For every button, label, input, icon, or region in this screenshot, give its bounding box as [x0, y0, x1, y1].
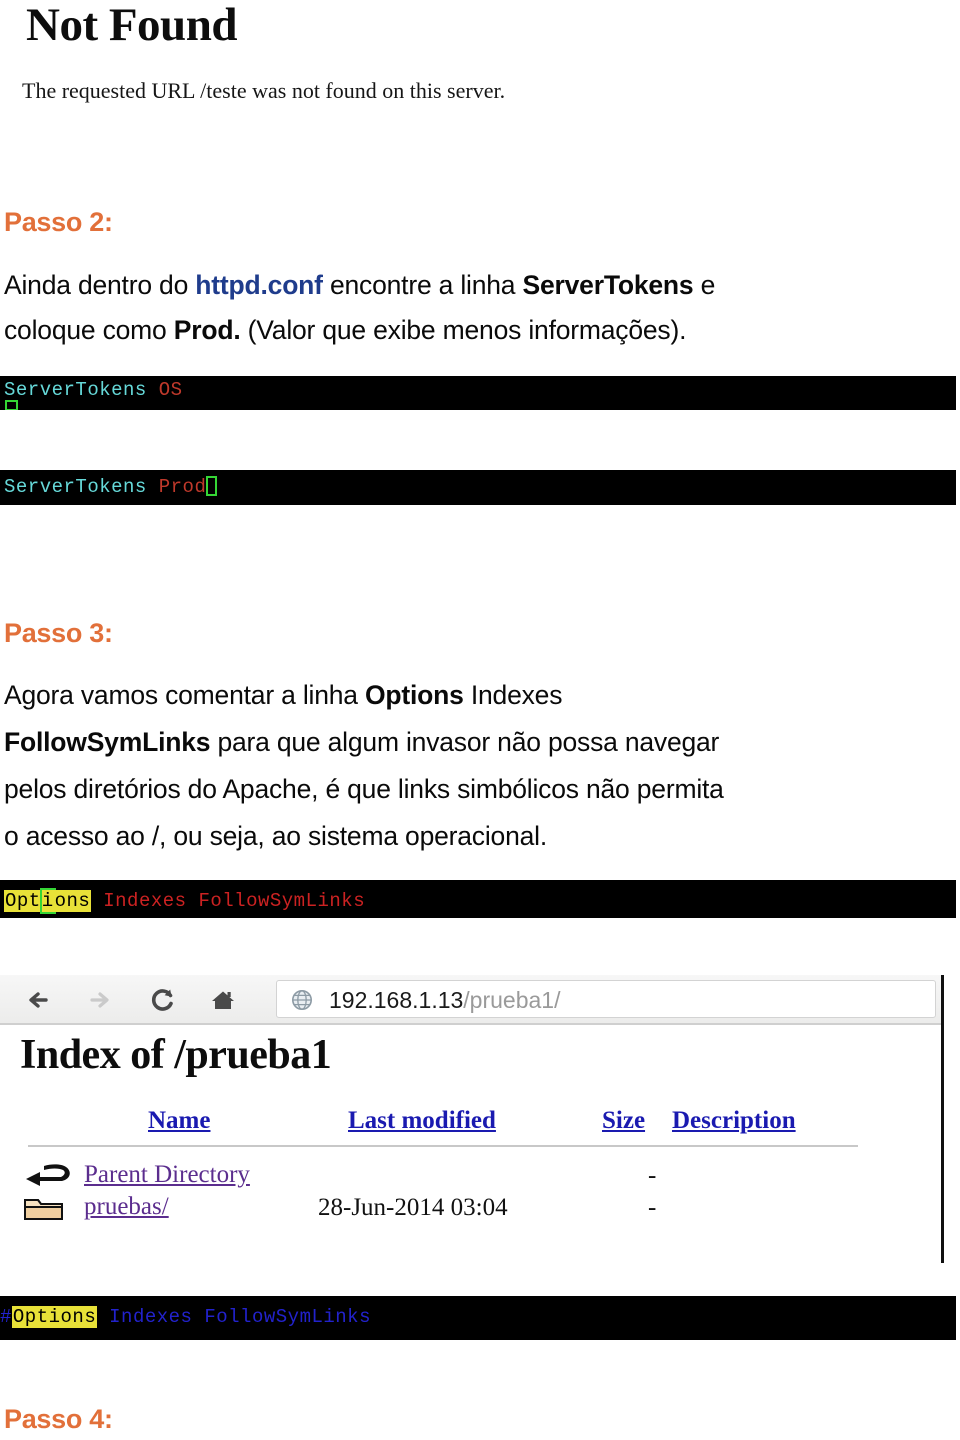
table-row: pruebas/ 28-Jun-2014 03:04 - [0, 1193, 900, 1225]
terminal-options-active: Options Indexes FollowSymLinks [0, 880, 956, 918]
column-header-last-modified[interactable]: Last modified [348, 1107, 496, 1135]
row-size: - [648, 1162, 657, 1189]
terminal-line: #Options Indexes FollowSymLinks [0, 1306, 371, 1328]
folder-icon [22, 1196, 72, 1222]
block-cursor [206, 476, 218, 496]
column-header-name[interactable]: Name [148, 1107, 210, 1135]
options-emphasis: Options [364, 680, 464, 710]
value-text: OS [158, 379, 183, 401]
url-text: 192.168.1.13/prueba1/ [329, 987, 561, 1014]
row-size: - [648, 1194, 657, 1221]
browser-toolbar: 192.168.1.13/prueba1/ [0, 975, 941, 1025]
terminal-line: ServerTokens OS [4, 379, 183, 401]
url-host: 192.168.1.13 [329, 987, 464, 1013]
column-header-size[interactable]: Size [602, 1107, 645, 1135]
directory-index-title: Index of /prueba1 [20, 1032, 332, 1078]
text-fragment: encontre a linha [322, 270, 523, 300]
terminal-servertokens-prod: ServerTokens Prod [0, 470, 956, 505]
prod-emphasis: Prod. [173, 315, 241, 345]
step-2-paragraph-line-1: Ainda dentro do httpd.conf encontre a li… [4, 270, 715, 301]
parent-directory-icon [22, 1163, 72, 1189]
step-4-heading: Passo 4: [4, 1404, 113, 1434]
step-3-heading: Passo 3: [4, 618, 113, 648]
step-2-heading: Passo 2: [4, 207, 113, 237]
directive-text: ServerTokens [4, 379, 147, 401]
httpd-conf-emphasis: httpd.conf [195, 270, 323, 300]
reload-icon[interactable] [148, 985, 178, 1015]
step-3-paragraph-line-4: o acesso ao /, ou seja, ao sistema opera… [4, 821, 548, 851]
step-2-paragraph-line-2: coloque como Prod. (Valor que exibe meno… [4, 315, 686, 346]
options-highlight-post: ons [53, 890, 92, 912]
globe-icon [291, 989, 313, 1016]
back-arrow-icon[interactable] [24, 985, 54, 1015]
step-3-paragraph-line-2: FollowSymLinks para que algum invasor nã… [4, 727, 719, 758]
options-args-text: Indexes FollowSymLinks [103, 890, 366, 912]
followsymlinks-emphasis: FollowSymLinks [4, 727, 211, 757]
directory-link[interactable]: pruebas/ [84, 1193, 169, 1221]
home-icon[interactable] [208, 985, 238, 1015]
text-fragment: para que algum invasor não possa navegar [210, 727, 720, 757]
column-header-description[interactable]: Description [672, 1107, 796, 1135]
options-args-text: Indexes FollowSymLinks [109, 1306, 371, 1328]
comment-char-text: # [0, 1306, 12, 1328]
text-fragment: Ainda dentro do [4, 270, 196, 300]
options-highlight: Options [11, 1306, 98, 1328]
not-found-title: Not Found [26, 0, 237, 51]
terminal-options-commented: #Options Indexes FollowSymLinks [0, 1296, 956, 1340]
parent-directory-link[interactable]: Parent Directory [84, 1161, 250, 1189]
forward-arrow-icon[interactable] [84, 985, 114, 1015]
url-path: /prueba1/ [463, 987, 561, 1013]
value-text: Prod [158, 476, 207, 498]
terminal-line: ServerTokens Prod [4, 476, 218, 498]
header-divider [28, 1145, 858, 1147]
block-cursor [5, 400, 18, 410]
url-bar[interactable]: 192.168.1.13/prueba1/ [276, 980, 936, 1018]
text-fragment: (Valor que exibe menos informações). [240, 315, 687, 345]
text-fragment: Indexes [463, 680, 563, 710]
servertokens-emphasis: ServerTokens [522, 270, 694, 300]
apache-not-found-screenshot: Not Found The requested URL /teste was n… [0, 0, 960, 112]
text-fragment: Agora vamos comentar a linha [4, 680, 365, 710]
terminal-servertokens-os: ServerTokens OS [0, 376, 956, 410]
not-found-message: The requested URL /teste was not found o… [22, 78, 506, 103]
browser-screenshot: 192.168.1.13/prueba1/ Index of /prueba1 … [0, 975, 944, 1263]
text-fragment: coloque como [4, 315, 174, 345]
row-last-modified: 28-Jun-2014 03:04 [318, 1194, 508, 1221]
directive-text: ServerTokens [4, 476, 147, 498]
table-row: Parent Directory - [0, 1161, 900, 1193]
text-fragment: e [693, 270, 716, 300]
terminal-line: Options Indexes FollowSymLinks [4, 888, 365, 914]
step-3-paragraph-line-3: pelos diretórios do Apache, é que links … [4, 774, 724, 804]
step-3-paragraph-line-1: Agora vamos comentar a linha Options Ind… [4, 680, 562, 711]
options-highlight-pre: Opt [4, 890, 42, 912]
